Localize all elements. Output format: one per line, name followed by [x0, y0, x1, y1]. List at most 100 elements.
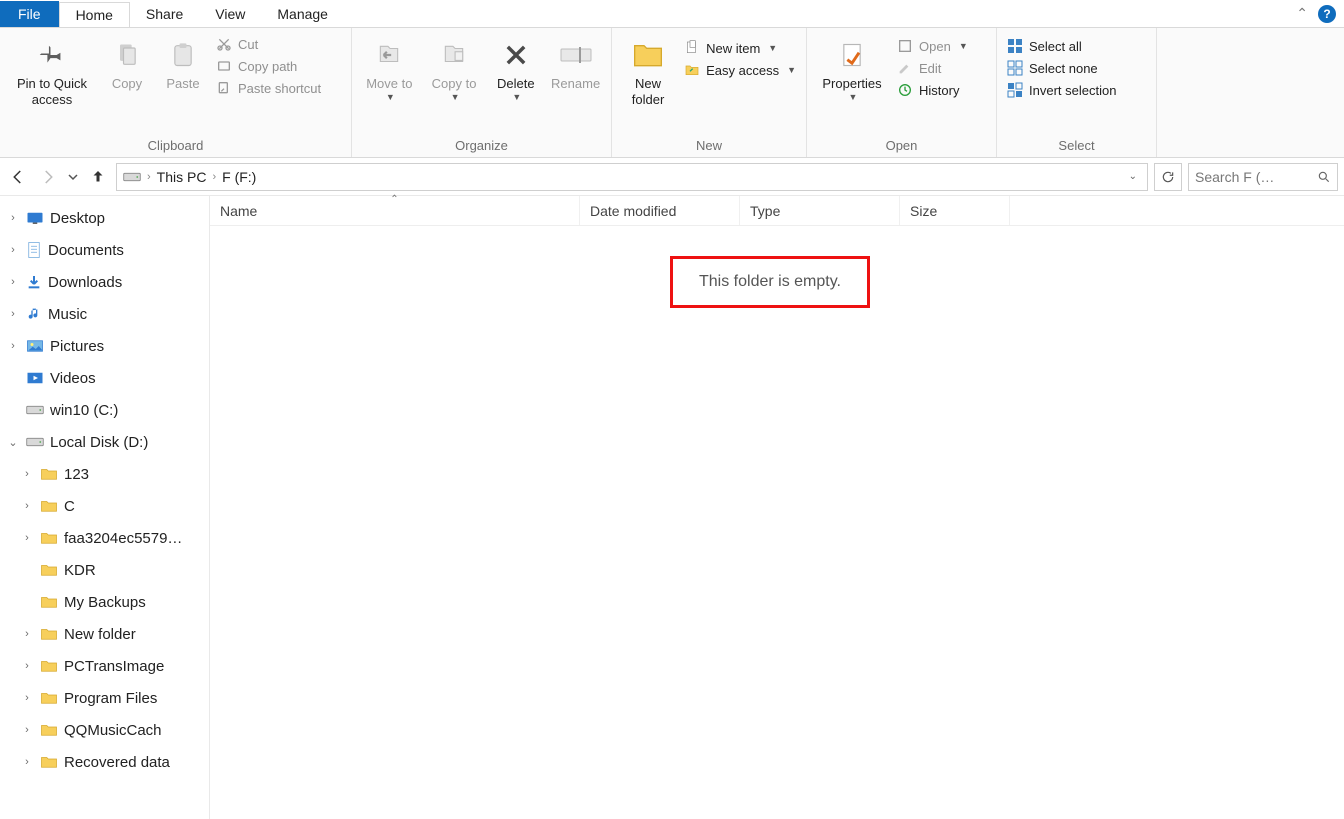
history-button[interactable]: History — [897, 82, 968, 98]
tree-item[interactable]: My Backups — [0, 586, 209, 618]
group-new-label: New — [618, 136, 800, 157]
tree-expand-icon[interactable]: › — [6, 308, 20, 320]
tree-expand-icon[interactable]: › — [20, 724, 34, 736]
column-size[interactable]: Size — [900, 196, 1010, 225]
tree-item[interactable]: ›123 — [0, 458, 209, 490]
group-new: New folder New item ▼ Easy access ▼ — [612, 28, 807, 157]
cut-button[interactable]: Cut — [216, 36, 321, 52]
tree-expand-icon[interactable]: › — [20, 756, 34, 768]
up-button[interactable] — [86, 165, 110, 189]
tree-expand-icon[interactable]: › — [20, 660, 34, 672]
breadcrumb-root[interactable]: This PC — [157, 169, 207, 185]
tree-item[interactable]: ›QQMusicCach — [0, 714, 209, 746]
tab-manage[interactable]: Manage — [261, 2, 344, 26]
select-all-button[interactable]: Select all — [1007, 38, 1116, 54]
invert-selection-button[interactable]: Invert selection — [1007, 82, 1116, 98]
column-headers: Name ⌃ Date modified Type Size — [210, 196, 1344, 226]
file-list-empty: This folder is empty. — [210, 226, 1344, 819]
tree-expand-icon[interactable]: › — [20, 628, 34, 640]
tree-item-label: My Backups — [64, 594, 146, 611]
edit-button[interactable]: Edit — [897, 60, 968, 76]
group-open: Properties ▼ Open ▼ Edit — [807, 28, 997, 157]
copy-button[interactable]: Copy — [100, 34, 154, 94]
help-icon[interactable]: ? — [1318, 5, 1336, 23]
back-button[interactable] — [6, 165, 30, 189]
music-icon — [26, 305, 42, 323]
tree-expand-icon[interactable]: › — [20, 692, 34, 704]
tree-item-label: PCTransImage — [64, 658, 164, 675]
copy-path-label: Copy path — [238, 59, 297, 74]
select-none-button[interactable]: Select none — [1007, 60, 1116, 76]
tree-item-label: KDR — [64, 562, 96, 579]
tree-expand-icon[interactable]: ⌄ — [6, 436, 20, 449]
folder-icon — [40, 723, 58, 737]
tree-expand-icon[interactable]: › — [6, 340, 20, 352]
tree-item[interactable]: ›New folder — [0, 618, 209, 650]
tree-item[interactable]: › Desktop — [0, 202, 209, 234]
tree-expand-icon[interactable]: › — [20, 532, 34, 544]
tree-item[interactable]: ›Program Files — [0, 682, 209, 714]
paste-shortcut-button[interactable]: Paste shortcut — [216, 80, 321, 96]
videos-icon — [26, 371, 44, 385]
delete-button[interactable]: Delete ▼ — [487, 34, 544, 104]
move-to-button[interactable]: Move to ▼ — [358, 34, 421, 104]
tab-home[interactable]: Home — [59, 2, 130, 27]
tree-item[interactable]: ›Music — [0, 298, 209, 330]
rename-button[interactable]: Rename — [546, 34, 605, 94]
tree-item[interactable]: ›Documents — [0, 234, 209, 266]
navigation-tree[interactable]: ›Desktop›Documents›Downloads›Music›Pictu… — [0, 196, 210, 819]
tree-item[interactable]: Videos — [0, 362, 209, 394]
address-bar[interactable]: › This PC › F (F:) ⌄ — [116, 163, 1148, 191]
forward-button[interactable] — [36, 165, 60, 189]
open-label: Open — [919, 39, 951, 54]
breadcrumb-current[interactable]: F (F:) — [222, 169, 256, 185]
tree-expand-icon[interactable]: › — [6, 276, 20, 288]
search-box[interactable]: Search F (… — [1188, 163, 1338, 191]
tree-item[interactable]: ›faa3204ec5579… — [0, 522, 209, 554]
tree-expand-icon[interactable]: › — [20, 468, 34, 480]
tree-expand-icon[interactable]: › — [20, 500, 34, 512]
ribbon-tabstrip: File Home Share View Manage ⌃ ? — [0, 0, 1344, 28]
tree-item-label: Desktop — [50, 210, 105, 227]
new-item-icon — [684, 40, 700, 56]
column-type-label: Type — [750, 203, 780, 219]
folder-icon — [40, 467, 58, 481]
copy-to-button[interactable]: Copy to ▼ — [423, 34, 486, 104]
tree-expand-icon[interactable]: › — [6, 244, 20, 256]
new-folder-button[interactable]: New folder — [618, 34, 678, 109]
paste-button[interactable]: Paste — [156, 34, 210, 94]
tab-share[interactable]: Share — [130, 2, 199, 26]
tree-item[interactable]: win10 (C:) — [0, 394, 209, 426]
tree-item-label: Downloads — [48, 274, 122, 291]
chevron-down-icon: ▼ — [451, 92, 460, 103]
refresh-button[interactable] — [1154, 163, 1182, 191]
column-name[interactable]: Name ⌃ — [210, 196, 580, 225]
address-dropdown-icon[interactable]: ⌄ — [1125, 171, 1141, 182]
column-type[interactable]: Type — [740, 196, 900, 225]
open-button[interactable]: Open ▼ — [897, 38, 968, 54]
easy-access-button[interactable]: Easy access ▼ — [684, 62, 796, 78]
column-date-modified[interactable]: Date modified — [580, 196, 740, 225]
tree-expand-icon[interactable]: › — [6, 212, 20, 224]
copy-path-button[interactable]: Copy path — [216, 58, 321, 74]
chevron-down-icon: ▼ — [959, 41, 968, 51]
tab-view[interactable]: View — [199, 2, 261, 26]
select-all-icon — [1007, 38, 1023, 54]
cut-icon — [216, 36, 232, 52]
tree-item[interactable]: › Downloads — [0, 266, 209, 298]
tree-item[interactable]: ›C — [0, 490, 209, 522]
open-icon — [897, 38, 913, 54]
properties-button[interactable]: Properties ▼ — [813, 34, 891, 104]
tree-item[interactable]: ⌄Local Disk (D:) — [0, 426, 209, 458]
tree-item[interactable]: ›Recovered data — [0, 746, 209, 778]
collapse-ribbon-icon[interactable]: ⌃ — [1296, 5, 1308, 22]
tree-item[interactable]: KDR — [0, 554, 209, 586]
new-item-button[interactable]: New item ▼ — [684, 40, 796, 56]
pin-to-quick-access-button[interactable]: Pin to Quick access — [6, 34, 98, 109]
recent-locations-button[interactable] — [66, 165, 80, 189]
cut-label: Cut — [238, 37, 258, 52]
tree-item[interactable]: ›Pictures — [0, 330, 209, 362]
tree-item[interactable]: › PCTransImage — [0, 650, 209, 682]
properties-label: Properties — [822, 76, 881, 92]
tab-file[interactable]: File — [0, 1, 59, 27]
